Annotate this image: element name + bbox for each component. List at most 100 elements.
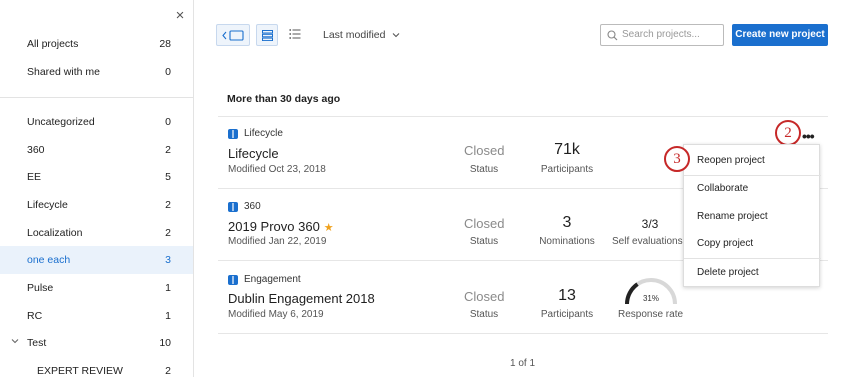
- sort-label: Last modified: [323, 29, 386, 41]
- card-view-button[interactable]: [256, 24, 278, 46]
- app-root: × All projects 28 Shared with me 0 Uncat…: [0, 0, 850, 377]
- collapse-sidebar-button[interactable]: [216, 24, 250, 46]
- callout-marker: 2: [775, 120, 801, 146]
- status-label: Status: [469, 309, 499, 320]
- search-icon: [607, 30, 618, 41]
- sidebar-item-expert-review[interactable]: EXPERT REVIEW 2: [0, 357, 193, 377]
- project-type-icon: [228, 201, 238, 212]
- sidebar-item-label: one each: [27, 254, 71, 266]
- sidebar-item-one-each[interactable]: one each 3: [0, 246, 193, 274]
- list-view-icon[interactable]: [289, 28, 301, 40]
- project-name[interactable]: 2019 Provo 360 ★: [228, 219, 334, 234]
- card-view-icon: [262, 30, 273, 41]
- sidebar-item-label: Lifecycle: [27, 198, 68, 211]
- project-type-icon: [228, 274, 238, 285]
- sidebar-item-all-projects[interactable]: All projects 28: [0, 30, 193, 57]
- metric-label: Nominations: [539, 236, 595, 247]
- panel-toggle-icon: [222, 30, 244, 41]
- status-label: Status: [469, 236, 499, 247]
- project-name-text: 2019 Provo 360: [228, 219, 320, 234]
- sidebar-item-count: 5: [165, 170, 171, 183]
- project-type: Lifecycle: [228, 128, 283, 139]
- project-type-icon: [228, 128, 238, 139]
- menu-item-collaborate[interactable]: Collaborate: [684, 175, 821, 202]
- project-type: 360: [228, 201, 261, 212]
- sidebar-item-count: 2: [165, 226, 171, 239]
- project-modified: Modified Oct 23, 2018: [228, 164, 326, 175]
- more-options-button[interactable]: •••: [802, 128, 815, 144]
- sidebar-item-label: RC: [27, 309, 43, 322]
- sidebar-item-label: All projects: [27, 37, 79, 50]
- sidebar-item-ee[interactable]: EE 5: [0, 163, 193, 190]
- sidebar: × All projects 28 Shared with me 0 Uncat…: [0, 0, 194, 377]
- sidebar-item-label: EE: [27, 170, 42, 183]
- sidebar-item-count: 1: [165, 309, 171, 322]
- metric-label: Participants: [540, 309, 594, 320]
- status-label: Status: [469, 164, 499, 175]
- sidebar-item-count: 2: [165, 198, 171, 211]
- project-type-label: Lifecycle: [244, 128, 283, 139]
- sidebar-item-rc[interactable]: RC 1: [0, 302, 193, 329]
- sidebar-item-count: 0: [165, 65, 171, 78]
- status-value: Closed: [464, 216, 505, 231]
- sidebar-item-count: 10: [159, 336, 171, 349]
- project-modified: Modified May 6, 2019: [228, 309, 324, 320]
- menu-item-delete-project[interactable]: Delete project: [684, 259, 821, 286]
- create-new-project-button[interactable]: Create new project: [732, 24, 828, 46]
- project-type-label: Engagement: [244, 274, 301, 285]
- sidebar-item-uncategorized[interactable]: Uncategorized 0: [0, 108, 193, 135]
- metric-value: 3: [562, 214, 572, 231]
- sidebar-item-count: 0: [165, 115, 171, 128]
- chevron-down-icon: [392, 33, 400, 38]
- sidebar-item-shared-with-me[interactable]: Shared with me 0: [0, 58, 193, 85]
- sidebar-item-count: 3: [165, 254, 171, 266]
- sidebar-item-count: 2: [165, 364, 171, 377]
- sidebar-item-label: Pulse: [27, 281, 54, 294]
- sidebar-item-label: Localization: [27, 226, 83, 239]
- star-icon: ★: [323, 222, 334, 234]
- project-name[interactable]: Dublin Engagement 2018: [228, 291, 375, 306]
- row-divider: [218, 116, 828, 117]
- status-value: Closed: [464, 143, 505, 158]
- sidebar-item-label: EXPERT REVIEW: [37, 364, 123, 377]
- sort-dropdown[interactable]: Last modified: [323, 29, 400, 41]
- sidebar-item-pulse[interactable]: Pulse 1: [0, 274, 193, 301]
- sidebar-item-test[interactable]: Test 10: [0, 329, 193, 356]
- pagination-label: 1 of 1: [510, 358, 536, 369]
- sidebar-item-label: 360: [27, 143, 45, 156]
- metric-label: Participants: [540, 164, 594, 175]
- metric-label: Self evaluations: [612, 236, 683, 247]
- project-modified: Modified Jan 22, 2019: [228, 236, 327, 247]
- project-name[interactable]: Lifecycle: [228, 146, 279, 161]
- close-icon[interactable]: ×: [173, 8, 187, 23]
- sidebar-item-360[interactable]: 360 2: [0, 136, 193, 163]
- project-context-menu: Reopen project Collaborate Rename projec…: [683, 144, 821, 287]
- section-heading: More than 30 days ago: [227, 93, 341, 105]
- search-placeholder: Search projects...: [622, 29, 700, 40]
- sidebar-item-count: 1: [165, 281, 171, 294]
- sidebar-item-lifecycle[interactable]: Lifecycle 2: [0, 191, 193, 218]
- gauge-value: 31%: [643, 294, 659, 303]
- sidebar-item-label: Shared with me: [27, 65, 100, 78]
- sidebar-item-label: Uncategorized: [27, 115, 95, 128]
- search-input[interactable]: Search projects...: [600, 24, 724, 46]
- sidebar-item-label: Test: [27, 336, 47, 349]
- metric-label: Response rate: [618, 309, 684, 320]
- row-divider: [218, 333, 828, 334]
- metric-value: 13: [558, 287, 576, 304]
- response-rate-gauge: 31%: [625, 278, 677, 305]
- metric-value: 3/3: [641, 217, 659, 231]
- metric-value: 71k: [554, 141, 580, 158]
- project-type: Engagement: [228, 274, 301, 285]
- project-type-label: 360: [244, 201, 261, 212]
- sidebar-divider: [0, 97, 193, 98]
- chevron-down-icon[interactable]: [11, 337, 19, 345]
- callout-marker: 3: [664, 146, 690, 172]
- menu-item-copy-project[interactable]: Copy project: [684, 230, 821, 257]
- sidebar-item-count: 28: [159, 37, 171, 50]
- menu-item-rename-project[interactable]: Rename project: [684, 203, 821, 230]
- sidebar-item-localization[interactable]: Localization 2: [0, 219, 193, 246]
- menu-item-reopen-project[interactable]: Reopen project: [684, 147, 821, 174]
- sidebar-item-count: 2: [165, 143, 171, 156]
- status-value: Closed: [464, 289, 505, 304]
